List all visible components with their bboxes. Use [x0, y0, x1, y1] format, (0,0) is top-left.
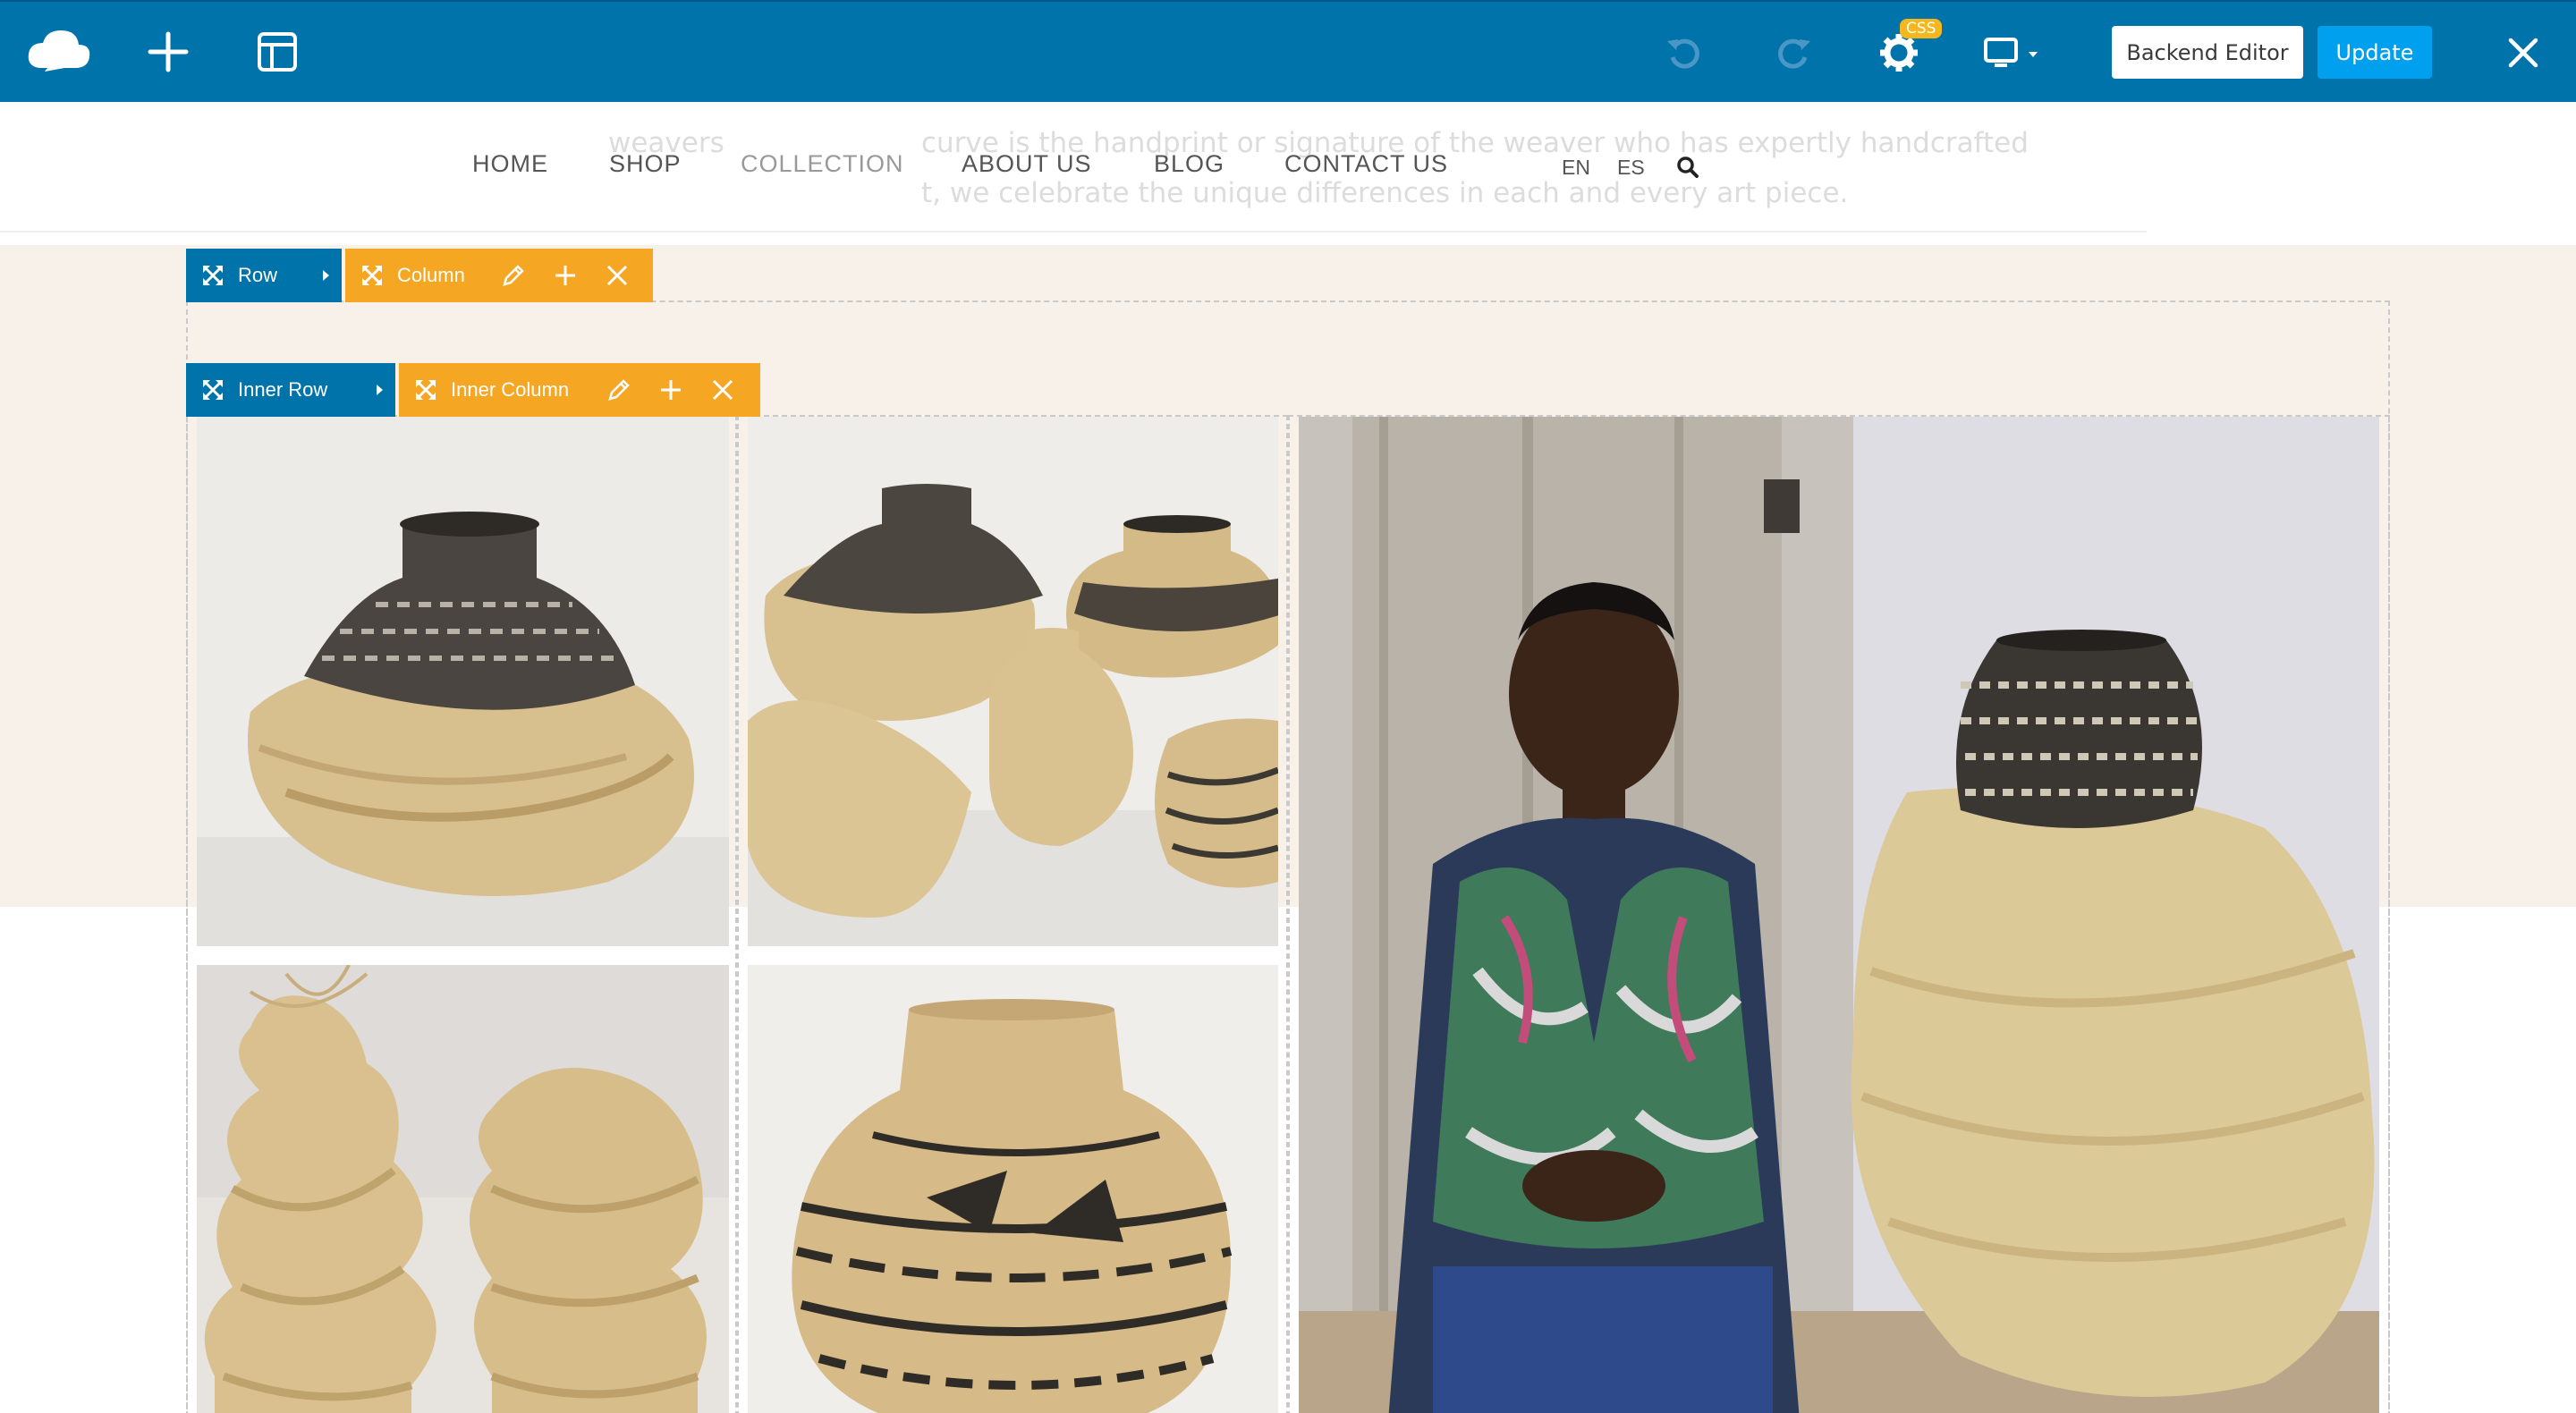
striped-basket-photo[interactable]	[748, 965, 1278, 1413]
plus-icon[interactable]	[143, 27, 193, 77]
header-divider	[0, 231, 2147, 233]
inner-row-label: Inner Row	[238, 378, 328, 401]
inner-column-label: Inner Column	[451, 378, 570, 401]
stacked-baskets-photo[interactable]	[197, 965, 729, 1413]
close-icon[interactable]	[707, 374, 739, 406]
css-badge[interactable]: CSS	[1900, 19, 1943, 38]
pencil-icon[interactable]	[603, 374, 635, 406]
page-canvas: weavers curve is the handprint or signat…	[0, 0, 2576, 1413]
row-expand-caret[interactable]	[323, 270, 329, 281]
cloud-logo-icon[interactable]	[23, 21, 95, 79]
nav-shop[interactable]: SHOP	[609, 150, 682, 178]
layout-icon[interactable]	[254, 29, 301, 75]
inner-row-expand-caret[interactable]	[377, 385, 383, 395]
desktop-icon[interactable]	[1982, 36, 2045, 72]
undo-icon[interactable]	[1664, 32, 1705, 73]
pencil-icon[interactable]	[497, 259, 530, 292]
nav-home[interactable]: HOME	[472, 150, 548, 178]
plus-icon[interactable]	[549, 259, 581, 292]
editor-toolbar: CSS Backend Editor Update	[0, 0, 2576, 102]
weaver-with-basket-photo[interactable]	[1299, 417, 2379, 1413]
row-label: Row	[238, 264, 278, 286]
row-control[interactable]: Row	[186, 249, 342, 302]
inner-column-control[interactable]: Inner Column	[399, 363, 760, 417]
basket-group-photo[interactable]	[748, 417, 1278, 946]
inner-row-control[interactable]: Inner Row	[186, 363, 395, 417]
twisted-basket-photo[interactable]	[197, 417, 729, 946]
move-icon[interactable]	[200, 263, 225, 288]
search-icon[interactable]	[1674, 154, 1701, 181]
nav-collection[interactable]: COLLECTION	[741, 150, 904, 178]
move-icon[interactable]	[360, 263, 385, 288]
close-icon[interactable]	[2504, 34, 2542, 72]
move-icon[interactable]	[200, 377, 225, 402]
redo-icon[interactable]	[1773, 32, 1814, 73]
ghost-text: t, we celebrate the unique differences i…	[921, 177, 1849, 209]
backend-editor-button[interactable]: Backend Editor	[2112, 26, 2303, 79]
close-icon[interactable]	[601, 259, 633, 292]
update-button[interactable]: Update	[2318, 26, 2432, 79]
language-es[interactable]: ES	[1617, 156, 1645, 180]
plus-icon[interactable]	[655, 374, 687, 406]
column-control[interactable]: Column	[345, 249, 653, 302]
move-icon[interactable]	[413, 377, 438, 402]
nav-blog[interactable]: BLOG	[1154, 150, 1224, 178]
language-en[interactable]: EN	[1562, 156, 1590, 180]
nav-contact-us[interactable]: CONTACT US	[1284, 150, 1448, 178]
column-label: Column	[397, 264, 465, 286]
nav-about-us[interactable]: ABOUT US	[962, 150, 1092, 178]
